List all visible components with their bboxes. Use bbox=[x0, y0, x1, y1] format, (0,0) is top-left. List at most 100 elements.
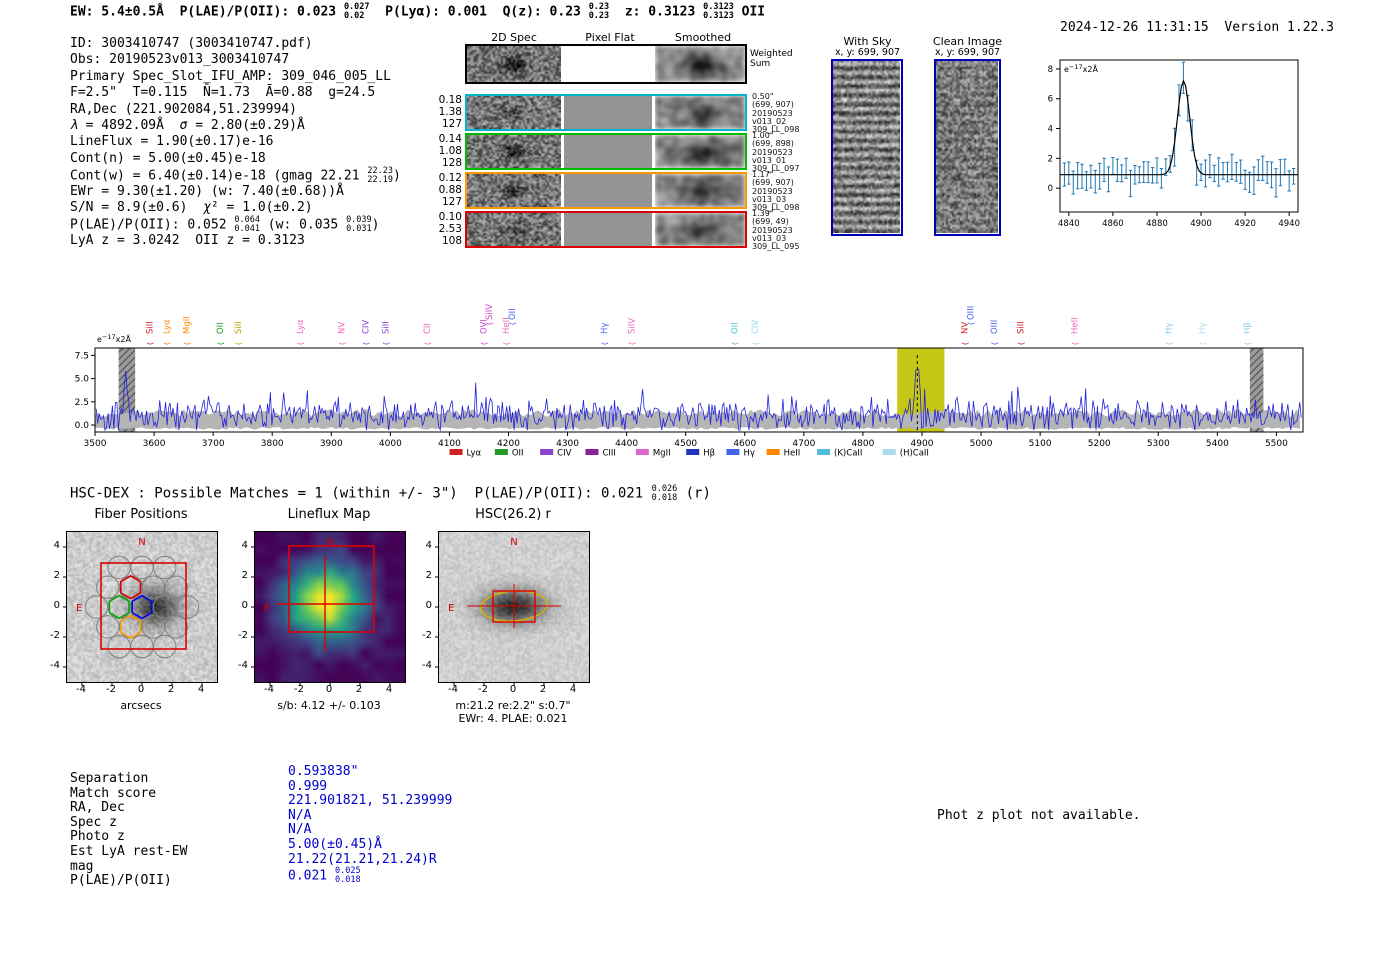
pixel-flat-image bbox=[561, 46, 655, 82]
main-spectrum-chart: 3500 3600 3700 3800 3900 4000 4100 4200 4300 4400… bbox=[75, 304, 1304, 459]
match-row-value: N/A bbox=[288, 807, 312, 823]
svg-text:3500: 3500 bbox=[84, 439, 107, 449]
withsky-image bbox=[831, 59, 903, 236]
info-line: LyA z = 3.0242 OII z = 0.3123 bbox=[70, 232, 305, 248]
match-row-value: 0.021 0.025 0.018 bbox=[288, 866, 361, 885]
spec2d-header-smoothed: Smoothed bbox=[674, 31, 732, 44]
svg-text:{: { bbox=[991, 342, 999, 346]
svg-text:4100: 4100 bbox=[438, 439, 461, 449]
svg-text:{: { bbox=[184, 342, 192, 346]
hsc-caption-1: m:21.2 re:2.2" s:0.7" bbox=[455, 699, 571, 712]
fiber-circle bbox=[153, 595, 177, 619]
svg-text:3600: 3600 bbox=[143, 439, 166, 449]
spec2d-row-right-labels: 1.17" (699, 907) 20190523 v013_03 309_LL_098 bbox=[752, 170, 800, 213]
svg-text:2.5: 2.5 bbox=[75, 398, 89, 408]
tick-label: 4 bbox=[385, 684, 393, 695]
info-line: LineFlux = 1.90(±0.17)e-16 bbox=[70, 134, 274, 150]
svg-text:4860: 4860 bbox=[1102, 219, 1124, 229]
legend-entry: CIV bbox=[557, 449, 571, 459]
match-row-label: Est LyA rest-EW bbox=[70, 843, 188, 859]
smoothed-image bbox=[655, 96, 745, 129]
svg-text:5400: 5400 bbox=[1206, 439, 1229, 449]
photz-note: Phot z plot not available. bbox=[937, 808, 1141, 823]
match-row-value: N/A bbox=[288, 822, 312, 838]
match-row-label: Match score bbox=[70, 785, 157, 801]
svg-text:{: { bbox=[962, 342, 970, 346]
svg-text:{: { bbox=[628, 342, 636, 346]
spec2d-row-left-labels: 0.18 1.38 127 bbox=[438, 94, 462, 131]
lineflux-map-panel: NE bbox=[251, 531, 406, 686]
emission-line-label: SiII bbox=[1017, 321, 1027, 334]
tick-label: -4 bbox=[422, 660, 432, 671]
info-line: EWr = 9.30(±1.20) (w: 7.40(±0.68))Å bbox=[70, 183, 344, 199]
tick-label: 4 bbox=[425, 540, 432, 551]
tick-label: 0 bbox=[425, 600, 432, 611]
svg-text:3700: 3700 bbox=[202, 439, 225, 449]
tick-label: -4 bbox=[238, 660, 248, 671]
svg-text:5000: 5000 bbox=[970, 439, 993, 449]
smoothed-image bbox=[655, 213, 745, 246]
svg-text:8: 8 bbox=[1048, 65, 1053, 75]
spec2d-image bbox=[467, 174, 561, 207]
svg-text:{: { bbox=[601, 342, 609, 346]
svg-text:5300: 5300 bbox=[1147, 439, 1170, 449]
emission-line-label: CIV bbox=[751, 320, 761, 334]
tick-label: 0 bbox=[241, 600, 248, 611]
emission-line-label: OII bbox=[731, 322, 741, 334]
value-sup-sub: 0.026 0.018 bbox=[651, 484, 678, 503]
legend-entry: OII bbox=[512, 449, 524, 459]
fiber-circle bbox=[153, 555, 177, 580]
svg-text:{: { bbox=[1071, 342, 1079, 346]
tick-label: 4 bbox=[53, 540, 60, 551]
svg-text:{: { bbox=[752, 342, 760, 346]
svg-text:5.0: 5.0 bbox=[75, 375, 90, 385]
match-row-value: 0.593838" bbox=[288, 764, 359, 779]
info-line: ID: 3003410747 (3003410747.pdf) bbox=[70, 36, 313, 51]
emission-line-label: MgII bbox=[183, 316, 193, 334]
tick-label: 0 bbox=[325, 684, 333, 695]
emission-line-label: Hβ bbox=[1243, 322, 1253, 334]
emission-line-label: Hγ bbox=[600, 323, 610, 334]
value-sup-sub: 22.23 22.19 bbox=[367, 166, 394, 185]
svg-text:{: { bbox=[1244, 342, 1252, 346]
info-line: P(LAE)/P(OII): 0.052 0.064 0.041 (w: 0.03… bbox=[70, 215, 380, 234]
pixel-flat-image bbox=[561, 96, 655, 129]
tick-label: 2 bbox=[241, 570, 248, 581]
svg-text:4840: 4840 bbox=[1058, 219, 1080, 229]
hsc-dex-summary: HSC-DEX : Possible Matches = 1 (within +… bbox=[70, 484, 711, 503]
svg-text:{: { bbox=[146, 342, 154, 346]
fiber-circle bbox=[118, 575, 143, 599]
fiber-circle bbox=[130, 555, 154, 580]
spec2d-image bbox=[467, 213, 561, 246]
info-line: F=2.5" T=0.115 N̄=1.73 Ā=0.88 g=24.5 bbox=[70, 85, 376, 101]
svg-text:4940: 4940 bbox=[1278, 219, 1300, 229]
tick-label: -2 bbox=[238, 630, 248, 641]
value-sup-sub: 0.064 0.041 bbox=[234, 215, 260, 234]
info-line: Cont(w) = 6.40(±0.14)e-18 (gmag 22.21 22… bbox=[70, 166, 401, 185]
withsky-canvas bbox=[833, 61, 900, 233]
svg-text:4000: 4000 bbox=[379, 439, 402, 449]
info-line: λ = 4892.09Å σ = 2.80(±0.29)Å bbox=[70, 117, 305, 133]
fiber-circle bbox=[141, 615, 166, 639]
lineflux-caption: s/b: 4.12 +/- 0.103 bbox=[277, 699, 381, 712]
tick-label: 2 bbox=[539, 684, 547, 695]
compass-north: N bbox=[138, 537, 145, 548]
svg-text:{: { bbox=[235, 342, 243, 346]
compass-east: E bbox=[264, 603, 270, 614]
svg-text:4900: 4900 bbox=[1190, 219, 1212, 229]
info-line: Cont(n) = 5.00(±0.45)e-18 bbox=[70, 150, 266, 166]
svg-text:4880: 4880 bbox=[1146, 219, 1168, 229]
clean-canvas bbox=[936, 61, 998, 233]
legend-entry: Hγ bbox=[743, 449, 754, 459]
smoothed-image bbox=[655, 46, 745, 82]
spec2d-row-left-labels: 0.10 2.53 108 bbox=[438, 211, 462, 248]
emission-line-label: Lyα bbox=[296, 319, 306, 334]
fiber-circle bbox=[118, 615, 143, 639]
selected-fiber-hex bbox=[119, 574, 142, 600]
svg-text:{: { bbox=[732, 342, 740, 346]
svg-text:{: { bbox=[481, 342, 489, 346]
tick-label: 0 bbox=[53, 600, 60, 611]
svg-text:5500: 5500 bbox=[1265, 439, 1288, 449]
tick-label: 0 bbox=[137, 684, 145, 695]
